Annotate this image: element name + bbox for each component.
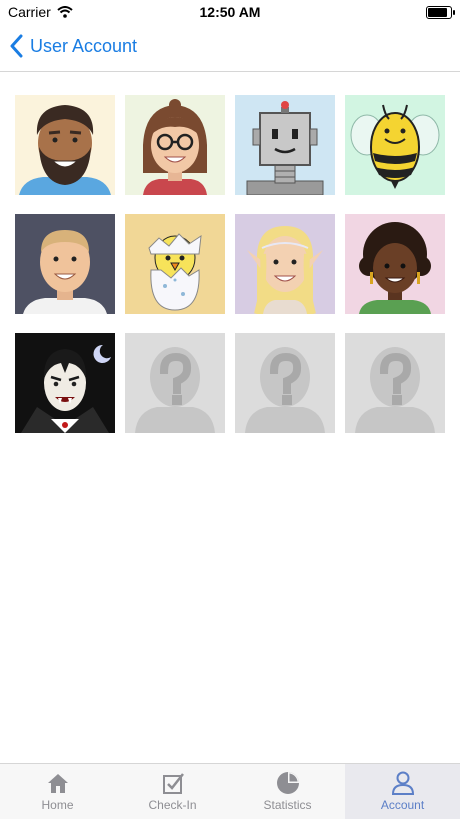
buzzcut-man-avatar bbox=[15, 214, 115, 314]
avatar-tile[interactable] bbox=[15, 214, 115, 314]
tab-label: Check-In bbox=[148, 798, 197, 812]
checkbox-icon bbox=[162, 773, 184, 794]
tab-statistics[interactable]: Statistics bbox=[230, 764, 345, 819]
bearded-man-avatar bbox=[15, 95, 115, 195]
elf-avatar bbox=[235, 214, 335, 314]
vampire-avatar bbox=[15, 333, 115, 433]
status-bar: Carrier 12:50 AM bbox=[0, 0, 460, 24]
locked-avatar-tile[interactable] bbox=[235, 333, 335, 433]
tab-home[interactable]: Home bbox=[0, 764, 115, 819]
avatar-tile[interactable] bbox=[235, 95, 335, 195]
locked-placeholder-avatar bbox=[125, 333, 225, 433]
person-icon bbox=[391, 771, 414, 795]
robot-avatar bbox=[235, 95, 335, 195]
woman-glasses-avatar bbox=[125, 95, 225, 195]
avatar-tile[interactable] bbox=[15, 95, 115, 195]
chevron-left-icon bbox=[10, 34, 23, 58]
battery-icon bbox=[426, 6, 455, 19]
tab-label: Account bbox=[380, 798, 425, 812]
avatar-tile[interactable] bbox=[345, 214, 445, 314]
curly-hair-woman-avatar bbox=[345, 214, 445, 314]
avatar-tile[interactable] bbox=[125, 214, 225, 314]
hatching-chick-avatar bbox=[125, 214, 225, 314]
locked-placeholder-avatar bbox=[345, 333, 445, 433]
back-label: User Account bbox=[30, 35, 138, 56]
tab-check-in[interactable]: Check-In bbox=[115, 764, 230, 819]
home-icon bbox=[47, 774, 68, 793]
tab-account[interactable]: Account bbox=[345, 764, 460, 819]
locked-avatar-tile[interactable] bbox=[125, 333, 225, 433]
back-button[interactable]: User Account bbox=[10, 34, 137, 58]
tab-label: Statistics bbox=[263, 798, 312, 812]
avatar-tile[interactable] bbox=[125, 95, 225, 195]
pie-chart-icon bbox=[276, 772, 299, 794]
locked-avatar-tile[interactable] bbox=[345, 333, 445, 433]
tab-label: Home bbox=[41, 798, 74, 812]
locked-placeholder-avatar bbox=[235, 333, 335, 433]
avatar-grid bbox=[15, 95, 445, 433]
clock: 12:50 AM bbox=[199, 4, 261, 20]
tab-bar: Home Check-In Statistics Account bbox=[0, 763, 460, 819]
navigation-bar: User Account bbox=[0, 24, 460, 72]
avatar-tile[interactable] bbox=[15, 333, 115, 433]
avatar-tile[interactable] bbox=[235, 214, 335, 314]
bee-avatar bbox=[345, 95, 445, 195]
avatar-tile[interactable] bbox=[345, 95, 445, 195]
